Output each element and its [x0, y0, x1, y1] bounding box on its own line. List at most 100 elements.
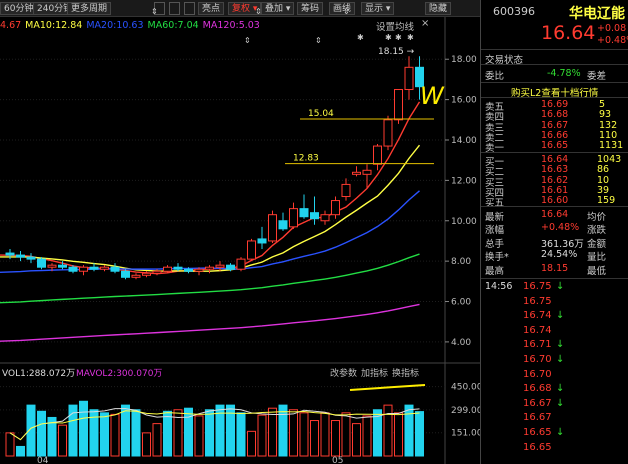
vol-indicator-button[interactable]: 改参数: [330, 367, 357, 379]
stock-name: 华电辽能: [569, 6, 625, 22]
volume-bar: [278, 404, 288, 457]
candle-body: [152, 270, 162, 274]
stat-value: +0.48%: [541, 222, 580, 234]
ask-volume: 1131: [599, 140, 624, 152]
tick-direction-icon: ↓: [556, 339, 565, 351]
candle-body: [68, 266, 78, 272]
candle-body: [278, 220, 288, 230]
tick-price: 16.74: [523, 310, 552, 322]
candle-body: [142, 272, 151, 276]
stat-label: 换手*: [485, 252, 509, 264]
volume-bar: [236, 412, 246, 457]
price-level-label: 15.04: [308, 109, 334, 119]
event-marker: ⇕: [343, 7, 350, 16]
stat-value: 18.15: [541, 262, 569, 274]
kline-chart[interactable]: 15.04 12.83 18.00 16.00 14.00 12.00 10.00 8.00…: [0, 0, 480, 464]
mavol-legend: MAVOL2:300.070万: [76, 369, 162, 379]
stat-value: 361.36万: [541, 238, 584, 250]
stock-code: 600396: [493, 5, 535, 18]
volume-bar: [352, 423, 361, 457]
price-tick-label: 10.00: [451, 217, 477, 227]
tick-price: 16.65: [523, 427, 552, 438]
volume-bar: [100, 412, 109, 457]
tick-direction-icon: ↓: [556, 397, 565, 409]
candle-body: [131, 274, 141, 278]
price-tick-label: 6.00: [451, 298, 471, 308]
candle-body: [268, 214, 277, 242]
volume-bar: [299, 412, 309, 457]
volume-bar: [310, 420, 319, 457]
candle-body: [100, 266, 109, 270]
event-marker: ⇕: [244, 36, 251, 45]
volume-bar: [257, 414, 267, 457]
volume-bar: [404, 404, 414, 457]
event-marker: ✱: [385, 33, 392, 42]
volume-bar: [142, 432, 151, 457]
stat-value: 24.54%: [541, 249, 578, 261]
tick-price: 16.70: [523, 354, 552, 365]
volume-bar: [163, 410, 172, 457]
high-price-label: 18.15 →: [378, 47, 415, 57]
candle-body: [373, 145, 382, 165]
tick-price: 16.71: [523, 339, 552, 351]
tick-price: 16.75: [523, 295, 552, 307]
candle-body: [257, 238, 267, 244]
event-marker: ⇕: [151, 7, 158, 16]
vol-tick-label: 450.00: [451, 383, 480, 393]
price-tick-label: 16.00: [451, 96, 477, 106]
candle-body: [121, 270, 130, 278]
ask-price: 16.65: [541, 140, 569, 152]
volume-bar: [79, 400, 88, 457]
volume-bar: [152, 423, 162, 457]
tick-price: 16.67: [523, 397, 552, 409]
candle-body: [352, 171, 361, 175]
candle-body: [383, 119, 393, 147]
vol-tick-label: 299.00: [451, 406, 480, 416]
price-change: +0.08: [597, 23, 627, 34]
candle-body: [110, 266, 120, 272]
stat-label-2: 均价: [587, 212, 607, 223]
candle-body: [289, 208, 298, 228]
price-level-label: 12.83: [293, 154, 319, 164]
volume-bar: [341, 412, 351, 457]
candle-body: [16, 254, 25, 258]
weibi-value: -4.78%: [547, 68, 581, 79]
stat-label-2: 涨跌: [587, 225, 607, 237]
stat-label: 总手: [485, 238, 505, 250]
volume-bar: [362, 415, 372, 457]
event-marker: ⇕: [255, 7, 262, 16]
candle-body: [163, 266, 172, 272]
stat-label: 涨幅: [485, 225, 505, 237]
volume-bar: [173, 409, 183, 457]
bid-label: 买五: [485, 198, 505, 210]
candle-body: [194, 268, 204, 272]
vol-indicator-button[interactable]: 加指标: [361, 367, 388, 379]
volume-bar: [320, 412, 330, 457]
candle-body: [79, 266, 88, 272]
volume-bar: [58, 424, 67, 457]
candle-body: [184, 268, 193, 272]
stat-label-2: 最低: [587, 265, 607, 277]
candle-body: [173, 266, 183, 270]
candle-body: [205, 266, 214, 270]
volume-bar: [415, 411, 424, 457]
tick-direction-icon: ↓: [556, 281, 565, 292]
candle-body: [37, 258, 46, 268]
candle-body: [299, 208, 309, 218]
volume-bar: [268, 407, 277, 457]
stat-label: 最新: [485, 212, 505, 223]
tick-price: 16.67: [523, 412, 552, 424]
volume-bar: [37, 410, 46, 457]
candle-body: [331, 200, 340, 216]
volume-bar: [131, 409, 141, 457]
event-marker: ✱: [357, 33, 364, 42]
price-tick-label: 4.00: [451, 338, 471, 348]
volume-bar: [110, 413, 120, 457]
tick-price: 16.74: [523, 324, 552, 336]
vol-indicator-button[interactable]: 换指标: [392, 367, 419, 379]
ma-line: [0, 101, 421, 275]
quote-panel: 600396 华电辽能 16.64 +0.08 +0.48% 交易状态 委比 -…: [480, 0, 628, 464]
tick-price: 16.65: [523, 441, 552, 453]
event-marker: ✱: [407, 33, 414, 42]
tick-price: 16.68: [523, 383, 552, 395]
